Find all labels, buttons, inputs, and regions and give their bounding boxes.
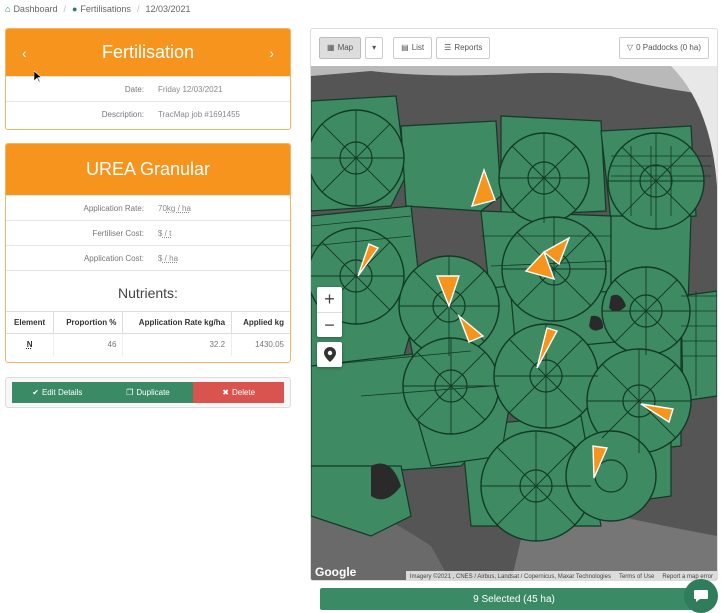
google-logo: Google	[315, 565, 357, 579]
chat-button[interactable]	[684, 579, 718, 613]
list-view-label: List	[411, 43, 425, 52]
appcost-unit: / ha	[162, 253, 179, 263]
breadcrumb-separator: /	[136, 4, 140, 14]
map-view-label: Map	[337, 43, 354, 52]
map-panel: ▦ Map ▾ ▤ List ☰ Reports ▽ 0 Paddocks (0…	[310, 28, 718, 581]
nutrient-applied: 1430.05	[231, 333, 290, 356]
action-bar: ✔ Edit Details ❐ Duplicate ✖ Delete	[5, 377, 291, 408]
column-element[interactable]: Element	[6, 311, 54, 334]
breadcrumb-fertilisations-label[interactable]: Fertilisations	[80, 4, 131, 14]
map-icon: ▦	[327, 43, 335, 52]
filter-icon: ▽	[626, 43, 634, 52]
zoom-out-button[interactable]: −	[317, 312, 342, 337]
home-icon: ⌂	[5, 4, 11, 14]
reports-button[interactable]: ☰ Reports	[436, 36, 491, 59]
description-value: TracMap job #1691455	[158, 109, 240, 119]
paddock-filter-button[interactable]: ▽ 0 Paddocks (0 ha)	[618, 36, 709, 59]
table-icon: ▤	[401, 43, 409, 52]
fertiliser-cost-label: Fertiliser Cost:	[92, 228, 144, 238]
rate-number: 70	[158, 203, 167, 213]
cost-unit: / t	[162, 228, 172, 238]
nutrients-title: Nutrients:	[6, 270, 290, 311]
duplicate-label: Duplicate	[136, 388, 170, 397]
zoom-in-button[interactable]: +	[317, 287, 342, 312]
locate-button[interactable]	[317, 342, 342, 367]
fertilisation-header: ‹ Fertilisation ›	[6, 29, 290, 76]
breadcrumb-dashboard-label[interactable]: Dashboard	[13, 4, 57, 14]
delete-label: Delete	[231, 388, 256, 397]
nutrient-element[interactable]: N	[6, 334, 54, 356]
fertiliser-cost-value: $ / t	[152, 229, 290, 238]
nutrient-proportion: 46	[53, 333, 123, 356]
list-view-button[interactable]: ▤ List	[393, 36, 433, 59]
delete-button[interactable]: ✖ Delete	[193, 382, 285, 403]
application-cost-value: $ / ha	[152, 254, 290, 263]
fertilisation-title: Fertilisation	[101, 42, 195, 62]
mouse-cursor-icon	[34, 71, 42, 83]
droplet-icon: ●	[71, 4, 78, 14]
copy-icon: ❐	[126, 388, 134, 397]
column-proportion[interactable]: Proportion %	[53, 311, 123, 334]
breadcrumb-dashboard[interactable]: ⌂ Dashboard	[5, 4, 57, 14]
table-row: N 46 32.2 1430.05	[6, 333, 290, 356]
breadcrumb-fertilisations[interactable]: ● Fertilisations	[72, 4, 131, 14]
view-dropdown-button[interactable]: ▾	[365, 36, 384, 59]
satellite-map[interactable]	[311, 66, 717, 581]
imagery-credit: Imagery ©2021 , CNES / Airbus, Landsat /…	[409, 573, 611, 580]
breadcrumb-current: 12/03/2021	[145, 4, 191, 14]
chevron-left-icon[interactable]: ‹	[22, 45, 27, 61]
nutrient-rate: 32.2	[122, 333, 232, 356]
date-value: Friday 12/03/2021	[158, 84, 223, 94]
nutrients-table: Element Proportion % Application Rate kg…	[6, 311, 290, 356]
chevron-right-icon[interactable]: ›	[269, 45, 274, 61]
rate-unit: kg / ha	[166, 203, 191, 213]
list-icon: ☰	[444, 43, 452, 52]
column-applied[interactable]: Applied kg	[231, 311, 290, 334]
description-label: Description:	[101, 109, 144, 119]
product-card: UREA Granular Application Rate: 70kg / h…	[5, 143, 291, 363]
edit-details-button[interactable]: ✔ Edit Details	[12, 382, 103, 403]
check-icon: ✔	[32, 388, 39, 397]
product-title: UREA Granular	[85, 159, 211, 179]
application-rate-row: Application Rate: 70kg / ha	[6, 195, 290, 220]
map-toolbar: ▦ Map ▾ ▤ List ☰ Reports ▽ 0 Paddocks (0…	[311, 29, 717, 66]
column-application-rate[interactable]: Application Rate kg/ha	[122, 311, 232, 334]
reports-label: Reports	[454, 43, 483, 52]
breadcrumb: ⌂ Dashboard / ● Fertilisations / 12/03/2…	[5, 3, 191, 15]
duplicate-button[interactable]: ❐ Duplicate	[102, 382, 194, 403]
application-cost-row: Application Cost: $ / ha	[6, 245, 290, 270]
caret-down-icon: ▾	[372, 43, 377, 52]
map-canvas[interactable]: + − Google Imagery ©2021 , CNES / Airbus…	[311, 66, 717, 581]
fertiliser-cost-row: Fertiliser Cost: $ / t	[6, 220, 290, 245]
date-label: Date:	[124, 84, 144, 94]
map-view-button[interactable]: ▦ Map	[319, 36, 362, 59]
description-row: Description: TracMap job #1691455	[6, 101, 290, 126]
terms-link[interactable]: Terms of Use	[619, 574, 654, 580]
paddock-filter-label: 0 Paddocks (0 ha)	[636, 43, 701, 52]
selection-summary-button[interactable]: 9 Selected (45 ha)	[320, 588, 708, 610]
application-cost-label: Application Cost:	[83, 253, 144, 263]
breadcrumb-separator: /	[63, 4, 66, 14]
chat-icon	[694, 590, 708, 602]
date-row: Date: Friday 12/03/2021	[6, 76, 290, 101]
map-marker-icon	[323, 347, 336, 362]
fertilisation-card: ‹ Fertilisation › Date: Friday 12/03/202…	[5, 28, 291, 130]
zoom-control: + −	[317, 287, 342, 337]
product-header: UREA Granular	[6, 144, 290, 195]
application-rate-label: Application Rate:	[83, 203, 144, 213]
edit-details-label: Edit Details	[41, 388, 83, 397]
close-icon: ✖	[222, 388, 229, 397]
nutrients-header-row: Element Proportion % Application Rate kg…	[6, 311, 290, 334]
application-rate-value: 70kg / ha	[152, 204, 290, 213]
map-attribution: Imagery ©2021 , CNES / Airbus, Landsat /…	[405, 571, 717, 580]
